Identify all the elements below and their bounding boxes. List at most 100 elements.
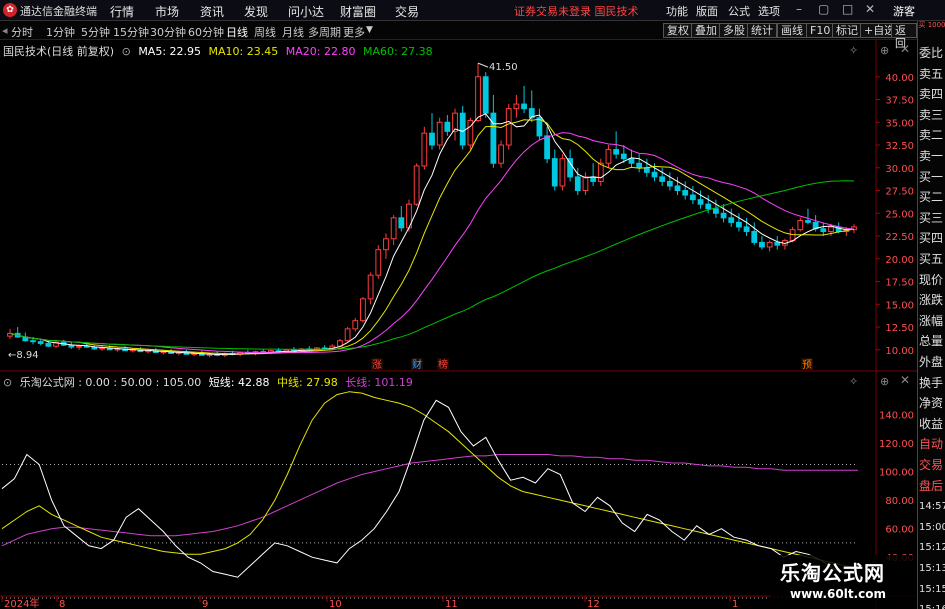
period-monthly[interactable]: 月线	[282, 24, 304, 40]
period-intraday[interactable]: 分时	[11, 24, 33, 40]
date-tick-label: 12	[587, 599, 600, 609]
menu-options[interactable]: 选项	[758, 3, 780, 19]
collapse-left-icon[interactable]: ◂	[2, 24, 8, 37]
period-5min[interactable]: 5分钟	[81, 24, 110, 40]
side-panel-item[interactable]: 盘后	[919, 478, 945, 495]
chart-close-icon[interactable]: ✕	[900, 42, 910, 56]
mark-button[interactable]: 标记	[832, 23, 862, 38]
indicator-zoom-icon[interactable]: ⊕	[880, 375, 889, 388]
side-panel-item[interactable]: 总量	[919, 333, 945, 350]
side-panel-item[interactable]: 净资	[919, 395, 945, 412]
indicator-close-icon[interactable]: ✕	[900, 373, 910, 387]
login-notice[interactable]: 证券交易未登录 国民技术	[514, 3, 639, 19]
close-icon[interactable]: ✕	[865, 2, 875, 16]
menu-news[interactable]: 资讯	[200, 3, 224, 20]
event-marker-label[interactable]: 榜	[438, 358, 448, 371]
adjust-button[interactable]: 复权	[663, 23, 693, 38]
menu-wealth-circle[interactable]: 财富圈	[340, 3, 376, 20]
ma60-label: MA60: 27.38	[362, 45, 433, 58]
event-marker-label[interactable]: 财	[412, 358, 422, 371]
restore-icon[interactable]: ▢	[818, 2, 829, 16]
maximize-icon[interactable]: □	[842, 2, 853, 16]
statistics-button[interactable]: 统计	[747, 23, 777, 38]
side-panel-item[interactable]: 15:12	[919, 539, 945, 556]
side-panel-item[interactable]: 换手	[919, 375, 945, 392]
period-60min[interactable]: 60分钟	[188, 24, 224, 40]
side-panel-item[interactable]: 现价	[919, 272, 945, 289]
overlay-button[interactable]: 叠加	[691, 23, 721, 38]
period-more[interactable]: 更多	[343, 24, 365, 40]
side-panel-item[interactable]: 15:13	[919, 560, 945, 577]
price-tick-label: 32.50	[885, 141, 914, 152]
side-panel-item[interactable]: 卖四	[919, 86, 945, 103]
period-multi[interactable]: 多周期	[308, 24, 341, 40]
menu-ask-xiaoda[interactable]: 问小达	[288, 3, 324, 20]
menu-layout[interactable]: 版面	[696, 3, 718, 19]
menu-market[interactable]: 市场	[155, 3, 179, 20]
indicator-name-label: 乐淘公式网 : 0.00 : 50.00 : 105.00	[19, 376, 202, 389]
event-marker-label[interactable]: 涨	[372, 359, 382, 371]
chart-canvas[interactable]: 40.00 37.50 35.00 32.50 30.00 27.50 25.00 22.50…	[0, 40, 917, 609]
stock-name-label: 国民技术(日线 前复权)	[3, 45, 115, 58]
period-1min[interactable]: 1分钟	[46, 24, 75, 40]
guest-user[interactable]: 游客	[893, 3, 915, 19]
side-panel-item[interactable]: 15:16	[919, 601, 945, 609]
chart-area[interactable]: 40.00 37.50 35.00 32.50 30.00 27.50 25.00 22.50…	[0, 40, 917, 609]
side-panel-item[interactable]: 收益	[919, 416, 945, 433]
side-panel-item[interactable]: 卖二	[919, 127, 945, 144]
side-panel-item[interactable]: 买四	[919, 230, 945, 247]
multi-stock-button[interactable]: 多股	[719, 23, 749, 38]
candle-body	[743, 226, 750, 232]
candle-body	[551, 158, 558, 187]
f10-button[interactable]: F10	[806, 23, 835, 38]
app-logo-icon: ✿	[3, 3, 17, 17]
side-panel-item[interactable]: 卖三	[919, 107, 945, 124]
candle-body	[689, 194, 696, 201]
menu-market-quotes[interactable]: 行情	[110, 3, 134, 20]
side-panel-item[interactable]: 卖五	[919, 66, 945, 83]
ma60-line	[9, 180, 855, 350]
legend-settings-icon[interactable]: ⊙	[122, 45, 131, 58]
minimize-icon[interactable]: –	[796, 2, 802, 16]
side-panel-item[interactable]: 外盘	[919, 354, 945, 371]
side-panel-item[interactable]: 涨跌	[919, 292, 945, 309]
indicator-settings-icon[interactable]: ⊙	[3, 376, 12, 389]
price-tick-label: 15.00	[885, 300, 914, 311]
side-panel-item[interactable]: 14:57	[919, 498, 945, 515]
side-panel-item[interactable]: 15:15	[919, 581, 945, 598]
menu-trade[interactable]: 交易	[395, 3, 419, 20]
menu-formula[interactable]: 公式	[728, 3, 750, 19]
side-panel-item[interactable]: 买二	[919, 189, 945, 206]
candle-body	[797, 220, 804, 231]
back-button[interactable]: 返回	[891, 23, 917, 50]
indicator-pan-icon[interactable]: ✧	[849, 375, 858, 388]
side-panel-item[interactable]: 买一	[919, 169, 945, 186]
mid-line	[1, 391, 859, 570]
side-panel-item[interactable]: 自动	[919, 436, 945, 453]
candle-body	[352, 320, 359, 330]
period-30min[interactable]: 30分钟	[150, 24, 186, 40]
event-marker-label[interactable]: 预	[802, 359, 812, 371]
side-panel-item[interactable]: 委比	[919, 45, 945, 62]
candle-body	[697, 199, 704, 205]
side-panel-item[interactable]: 15:00	[919, 519, 945, 536]
price-tick-label: 22.50	[885, 232, 914, 243]
long-line	[1, 454, 858, 547]
side-panel-item[interactable]: 涨幅	[919, 313, 945, 330]
pan-icon[interactable]: ✧	[849, 44, 858, 57]
period-15min[interactable]: 15分钟	[113, 24, 149, 40]
more-dropdown-icon[interactable]: ▼	[366, 25, 373, 35]
side-panel-item[interactable]: 买五	[919, 251, 945, 268]
side-panel-item[interactable]: 卖一	[919, 148, 945, 165]
menu-function[interactable]: 功能	[666, 3, 688, 19]
ma5-label: MA5: 22.95	[138, 45, 202, 58]
candle-body	[659, 176, 666, 182]
draw-line-button[interactable]: 画线	[777, 23, 807, 38]
side-panel-item[interactable]: 买三	[919, 210, 945, 227]
menu-discover[interactable]: 发现	[244, 3, 268, 20]
candle-body	[751, 230, 758, 243]
period-weekly[interactable]: 周线	[254, 24, 276, 40]
period-daily[interactable]: 日线	[226, 24, 248, 40]
side-panel-item[interactable]: 交易	[919, 457, 945, 474]
zoom-icon[interactable]: ⊕	[880, 44, 889, 57]
